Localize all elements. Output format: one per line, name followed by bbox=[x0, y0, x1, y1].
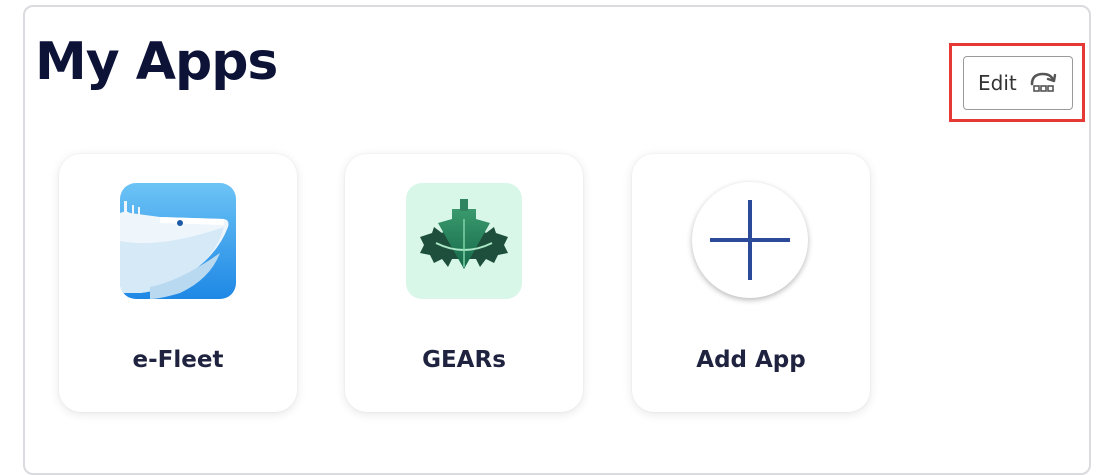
app-card-gears[interactable]: GEARs bbox=[345, 154, 583, 412]
app-label: Add App bbox=[696, 347, 806, 373]
plus-icon bbox=[692, 182, 808, 298]
app-card-efleet[interactable]: e-Fleet bbox=[59, 154, 297, 412]
page-title: My Apps bbox=[35, 32, 278, 92]
ship-icon bbox=[120, 183, 236, 299]
edit-button-label: Edit bbox=[978, 71, 1017, 95]
edit-button[interactable]: Edit bbox=[963, 56, 1073, 110]
app-label: e-Fleet bbox=[132, 347, 224, 373]
ship-gear-icon bbox=[406, 183, 522, 299]
edit-grid-icon bbox=[1029, 71, 1057, 95]
app-label: GEARs bbox=[422, 347, 506, 373]
add-app-card[interactable]: Add App bbox=[632, 154, 870, 412]
